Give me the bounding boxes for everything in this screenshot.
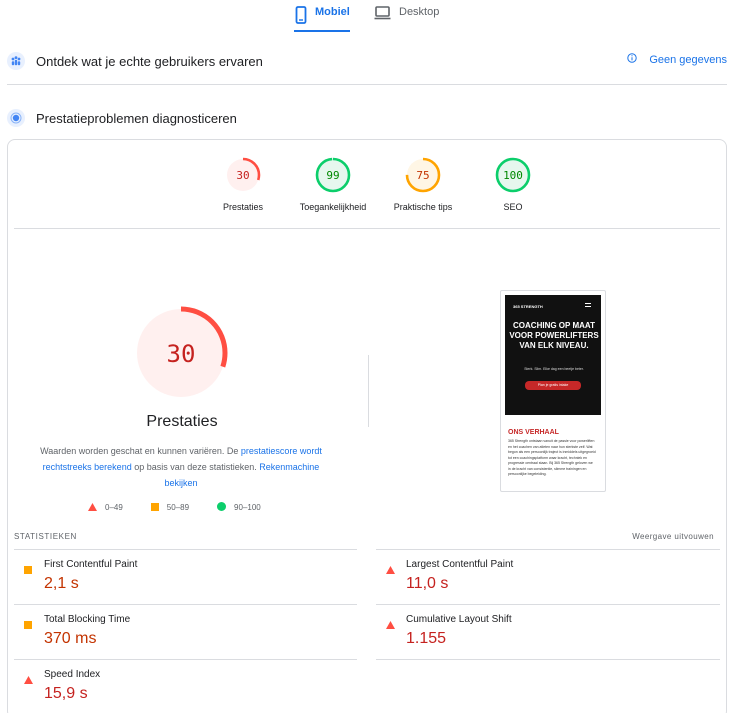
gauge-performance-label: Prestaties xyxy=(222,202,264,212)
description-text-1: Waarden worden geschat en kunnen variëre… xyxy=(40,446,241,456)
stats-divider-top-left xyxy=(14,549,357,550)
stats-divider-bottom-right xyxy=(376,659,720,660)
metric-lcp-title: Largest Contentful Paint xyxy=(406,559,514,570)
legend-fail: 0–49 xyxy=(88,502,123,513)
metric-si-value: 15,9 s xyxy=(44,685,88,702)
performance-score-gauge: 30 xyxy=(134,306,228,400)
stats-divider-mid-left xyxy=(14,604,357,605)
section-divider xyxy=(7,84,727,85)
gauge-performance-score: 30 xyxy=(236,169,249,182)
field-data-section: Ontdek wat je echte gebruikers ervaren G… xyxy=(7,49,727,73)
legend-pass: 90–100 xyxy=(217,502,261,513)
legend-pass-range: 90–100 xyxy=(234,503,261,512)
metric-cls-value: 1.155 xyxy=(406,630,447,647)
no-data-label: Geen gegevens xyxy=(649,53,727,66)
gauge-seo-ring: 100 xyxy=(495,157,531,193)
legend-average-range: 50–89 xyxy=(166,503,190,512)
metric-fcp: First Contentful Paint 2,1 s xyxy=(14,559,344,605)
gauge-best-practices-ring: 75 xyxy=(405,157,441,193)
no-data-link[interactable]: Geen gegevens xyxy=(627,53,727,66)
metric-fcp-value: 2,1 s xyxy=(44,575,79,592)
preview-tagline: Sterk. Slim. Elke dag een beetje beter. xyxy=(524,367,584,371)
stats-divider-top-right xyxy=(376,549,720,550)
gauge-seo-score: 100 xyxy=(503,169,523,182)
metric-tbt-value: 370 ms xyxy=(44,630,97,647)
smartphone-icon xyxy=(295,6,307,27)
metric-si-title: Speed Index xyxy=(44,669,101,680)
report-card: 30 Prestaties 99 Toegankelijkheid 75 Pra… xyxy=(7,139,727,713)
page-screenshot-preview: 365 STRENGTH COACHING OP MAAT VOOR POWER… xyxy=(500,290,606,492)
fail-triangle-icon xyxy=(24,671,33,689)
gauge-best-practices[interactable]: 75 Praktische tips xyxy=(378,155,468,212)
stats-heading: STATISTIEKEN xyxy=(14,532,77,541)
metric-cls: Cumulative Layout Shift 1.155 xyxy=(376,614,706,660)
field-data-title: Ontdek wat je echte gebruikers ervaren xyxy=(36,53,263,69)
gauge-accessibility-score: 99 xyxy=(326,169,339,182)
gauge-divider xyxy=(14,228,720,229)
diagnose-icon xyxy=(7,109,25,127)
vertical-divider xyxy=(368,355,369,427)
metric-tbt-title: Total Blocking Time xyxy=(44,614,131,625)
pass-circle-icon xyxy=(217,502,227,513)
stats-divider-mid-right xyxy=(376,604,720,605)
preview-headline: COACHING OP MAAT VOOR POWERLIFTERS VAN E… xyxy=(509,321,599,350)
fail-triangle-icon xyxy=(88,502,97,513)
tab-desktop-label: Desktop xyxy=(399,6,440,18)
active-tab-indicator xyxy=(294,30,350,32)
tab-desktop[interactable]: Desktop xyxy=(374,6,439,34)
gauge-performance[interactable]: 30 Prestaties xyxy=(198,155,288,212)
preview-hero: 365 STRENGTH COACHING OP MAAT VOOR POWER… xyxy=(505,295,601,415)
fail-triangle-icon xyxy=(386,616,395,634)
gauge-performance-ring: 30 xyxy=(225,157,261,193)
metric-fcp-title: First Contentful Paint xyxy=(44,559,138,570)
gauge-seo-label: SEO xyxy=(503,202,523,212)
menu-icon xyxy=(585,303,591,307)
score-legend: 0–49 50–89 90–100 xyxy=(88,502,261,513)
category-gauges: 30 Prestaties 99 Toegankelijkheid 75 Pra… xyxy=(198,155,531,225)
stats-divider-bottom-left xyxy=(14,659,357,660)
lab-data-title: Prestatieproblemen diagnosticeren xyxy=(36,110,237,126)
tab-mobile-label: Mobiel xyxy=(315,6,350,18)
gauge-accessibility-label: Toegankelijkheid xyxy=(299,202,367,212)
metric-lcp: Largest Contentful Paint 11,0 s xyxy=(376,559,706,605)
metric-tbt: Total Blocking Time 370 ms xyxy=(14,614,344,660)
fail-triangle-icon xyxy=(386,561,395,579)
score-description: Waarden worden geschat en kunnen variëre… xyxy=(36,443,326,491)
gauge-seo[interactable]: 100 SEO xyxy=(468,155,558,212)
device-tabs: Mobiel Desktop xyxy=(0,0,740,34)
average-square-icon xyxy=(24,616,32,634)
gauge-best-practices-label: Praktische tips xyxy=(393,202,453,212)
gauge-accessibility[interactable]: 99 Toegankelijkheid xyxy=(288,155,378,212)
preview-section-title: ONS VERHAAL xyxy=(508,429,559,436)
legend-average: 50–89 xyxy=(150,502,190,513)
preview-logo: 365 STRENGTH xyxy=(513,304,543,309)
metric-si: Speed Index 15,9 s xyxy=(14,669,344,713)
users-icon xyxy=(7,52,25,70)
performance-score-label: Prestaties xyxy=(146,413,218,430)
preview-cta-button: Plan je gratis intake xyxy=(525,381,581,390)
gauge-best-practices-score: 75 xyxy=(416,169,429,182)
lab-data-section: Prestatieproblemen diagnosticeren xyxy=(7,106,727,130)
preview-body-text: 365 Strength ontstaan vanuit de passie v… xyxy=(508,439,596,476)
info-icon xyxy=(627,53,638,66)
performance-score-value: 30 xyxy=(167,340,196,368)
description-text-2: op basis van deze statistieken. xyxy=(131,462,260,472)
average-square-icon xyxy=(24,561,32,579)
metric-cls-title: Cumulative Layout Shift xyxy=(406,614,512,625)
expand-view-button[interactable]: Weergave uitvouwen xyxy=(632,532,714,541)
metric-lcp-value: 11,0 s xyxy=(406,575,449,592)
average-square-icon xyxy=(150,502,159,513)
gauge-accessibility-ring: 99 xyxy=(315,157,351,193)
legend-fail-range: 0–49 xyxy=(105,503,123,512)
laptop-icon xyxy=(374,6,391,23)
